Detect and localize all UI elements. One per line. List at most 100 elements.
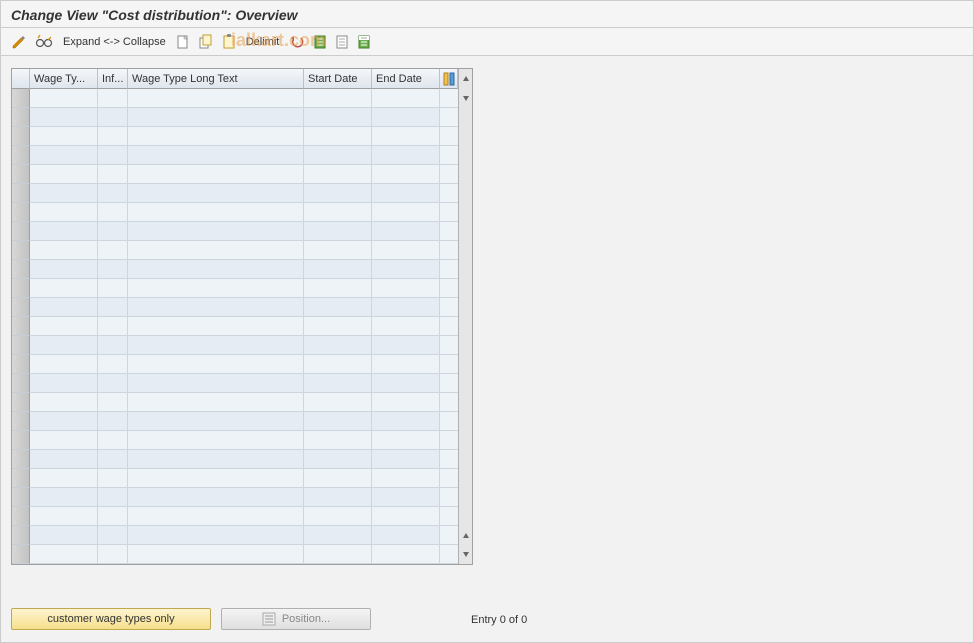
table-cell[interactable] (98, 412, 128, 431)
position-button[interactable]: Position... (221, 608, 371, 630)
scroll-track[interactable] (458, 146, 472, 165)
table-cell[interactable] (98, 393, 128, 412)
column-header-inf[interactable]: Inf... (98, 69, 128, 89)
table-cell[interactable] (128, 146, 304, 165)
table-cell[interactable] (304, 507, 372, 526)
new-entries-icon[interactable] (174, 33, 192, 51)
table-cell[interactable] (128, 317, 304, 336)
table-cell[interactable] (304, 355, 372, 374)
table-cell[interactable] (372, 450, 440, 469)
column-header-start-date[interactable]: Start Date (304, 69, 372, 89)
table-cell[interactable] (304, 146, 372, 165)
table-cell[interactable] (304, 241, 372, 260)
row-selector[interactable] (12, 355, 30, 374)
row-selector-header[interactable] (12, 69, 30, 89)
table-cell[interactable] (128, 545, 304, 564)
expand-collapse-button[interactable]: Expand <-> Collapse (59, 36, 170, 48)
table-cell[interactable] (30, 146, 98, 165)
table-cell[interactable] (30, 89, 98, 108)
table-cell[interactable] (304, 412, 372, 431)
table-cell[interactable] (98, 336, 128, 355)
table-cell[interactable] (372, 222, 440, 241)
table-cell[interactable] (30, 336, 98, 355)
table-cell[interactable] (304, 526, 372, 545)
customer-wage-types-button[interactable]: customer wage types only (11, 608, 211, 630)
table-cell[interactable] (30, 317, 98, 336)
scroll-thumb-bottom[interactable] (458, 526, 472, 545)
table-cell[interactable] (372, 203, 440, 222)
scroll-track[interactable] (458, 260, 472, 279)
table-cell[interactable] (98, 317, 128, 336)
table-cell[interactable] (372, 526, 440, 545)
select-block-icon[interactable] (355, 33, 373, 51)
table-cell[interactable] (30, 374, 98, 393)
row-selector[interactable] (12, 184, 30, 203)
scroll-track[interactable] (458, 203, 472, 222)
table-cell[interactable] (372, 298, 440, 317)
table-cell[interactable] (128, 336, 304, 355)
table-cell[interactable] (128, 298, 304, 317)
table-cell[interactable] (372, 355, 440, 374)
scroll-track[interactable] (458, 431, 472, 450)
row-selector[interactable] (12, 374, 30, 393)
row-selector[interactable] (12, 336, 30, 355)
table-cell[interactable] (372, 165, 440, 184)
row-selector[interactable] (12, 431, 30, 450)
table-cell[interactable] (372, 241, 440, 260)
table-cell[interactable] (304, 127, 372, 146)
table-cell[interactable] (30, 203, 98, 222)
table-cell[interactable] (304, 279, 372, 298)
glasses-icon[interactable] (33, 33, 55, 51)
copy-icon[interactable] (196, 33, 216, 51)
table-cell[interactable] (30, 469, 98, 488)
scroll-track[interactable] (458, 393, 472, 412)
row-selector[interactable] (12, 507, 30, 526)
table-cell[interactable] (30, 279, 98, 298)
table-cell[interactable] (30, 184, 98, 203)
table-cell[interactable] (98, 545, 128, 564)
scroll-track[interactable] (458, 507, 472, 526)
row-selector[interactable] (12, 545, 30, 564)
table-cell[interactable] (304, 89, 372, 108)
table-cell[interactable] (372, 127, 440, 146)
table-cell[interactable] (98, 526, 128, 545)
table-cell[interactable] (128, 450, 304, 469)
scroll-track[interactable] (458, 412, 472, 431)
table-cell[interactable] (372, 89, 440, 108)
table-cell[interactable] (304, 317, 372, 336)
table-cell[interactable] (128, 127, 304, 146)
row-selector[interactable] (12, 89, 30, 108)
table-cell[interactable] (30, 412, 98, 431)
table-cell[interactable] (304, 431, 372, 450)
table-cell[interactable] (98, 488, 128, 507)
row-selector[interactable] (12, 526, 30, 545)
table-cell[interactable] (372, 108, 440, 127)
row-selector[interactable] (12, 279, 30, 298)
scroll-track[interactable] (458, 355, 472, 374)
scroll-track[interactable] (458, 184, 472, 203)
scroll-track[interactable] (458, 488, 472, 507)
scroll-track[interactable] (458, 165, 472, 184)
table-cell[interactable] (304, 488, 372, 507)
table-cell[interactable] (128, 241, 304, 260)
table-cell[interactable] (304, 374, 372, 393)
table-cell[interactable] (30, 260, 98, 279)
table-cell[interactable] (98, 298, 128, 317)
scroll-track[interactable] (458, 127, 472, 146)
table-cell[interactable] (98, 507, 128, 526)
row-selector[interactable] (12, 298, 30, 317)
table-cell[interactable] (304, 298, 372, 317)
table-cell[interactable] (30, 165, 98, 184)
table-cell[interactable] (98, 374, 128, 393)
table-cell[interactable] (128, 260, 304, 279)
table-cell[interactable] (372, 336, 440, 355)
scroll-track[interactable] (458, 317, 472, 336)
scroll-track[interactable] (458, 108, 472, 127)
table-cell[interactable] (128, 488, 304, 507)
row-selector[interactable] (12, 241, 30, 260)
table-cell[interactable] (372, 431, 440, 450)
row-selector[interactable] (12, 488, 30, 507)
row-selector[interactable] (12, 393, 30, 412)
row-selector[interactable] (12, 412, 30, 431)
table-cell[interactable] (128, 526, 304, 545)
